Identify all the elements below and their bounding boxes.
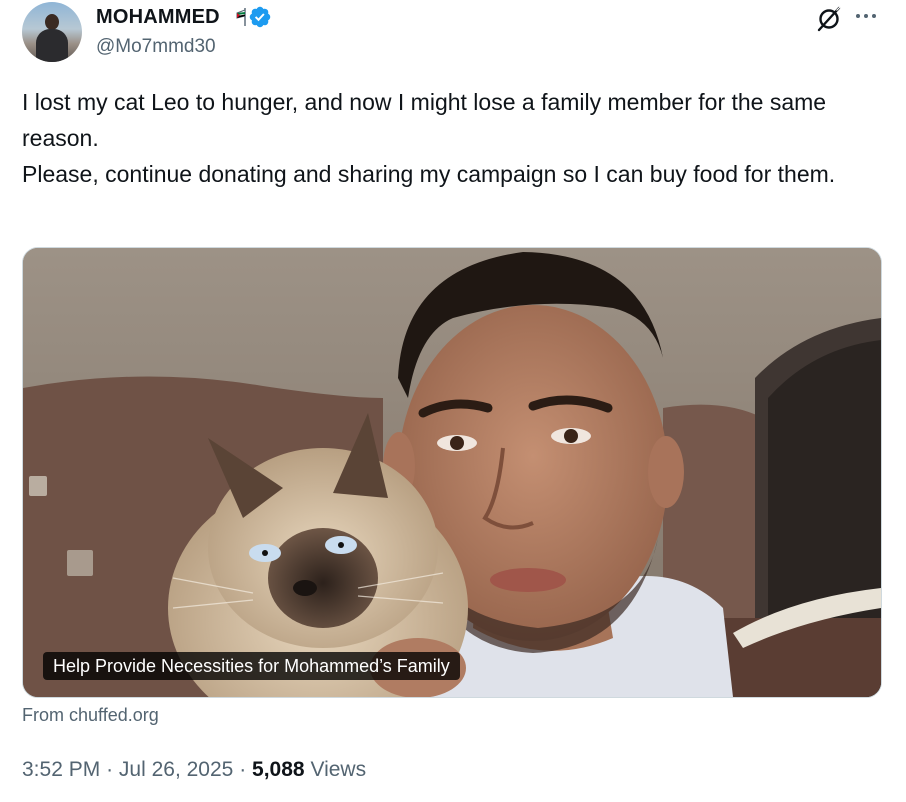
- more-options-icon[interactable]: [852, 6, 880, 26]
- card-title[interactable]: Help Provide Necessities for Mohammed’s …: [43, 652, 460, 680]
- flag-icon: [236, 8, 246, 26]
- link-card[interactable]: Help Provide Necessities for Mohammed’s …: [22, 247, 882, 698]
- avatar-head: [45, 14, 59, 30]
- views-count: 5,088: [252, 758, 305, 781]
- tweet-paragraph-2: Please, continue donating and sharing my…: [22, 161, 836, 187]
- tweet-date[interactable]: Jul 26, 2025: [119, 758, 233, 781]
- handle[interactable]: @Mo7mmd30: [96, 36, 216, 58]
- meta-separator: ·: [239, 758, 247, 781]
- display-name[interactable]: MOHAMMED: [96, 5, 220, 29]
- verified-badge-icon[interactable]: [248, 5, 272, 29]
- grok-icon[interactable]: [815, 5, 843, 33]
- tweet-meta: 3:52 PM · Jul 26, 2025 · 5,088 Views: [22, 756, 366, 784]
- tweet-text: I lost my cat Leo to hunger, and now I m…: [22, 84, 884, 192]
- card-source-link[interactable]: From chuffed.org: [22, 704, 159, 726]
- card-photo: [23, 248, 881, 697]
- meta-separator: ·: [106, 758, 114, 781]
- avatar[interactable]: [22, 2, 82, 62]
- views-label: Views: [310, 758, 367, 781]
- tweet-time[interactable]: 3:52 PM: [22, 758, 100, 781]
- avatar-torso: [36, 29, 68, 62]
- tweet-paragraph-1: I lost my cat Leo to hunger, and now I m…: [22, 89, 827, 151]
